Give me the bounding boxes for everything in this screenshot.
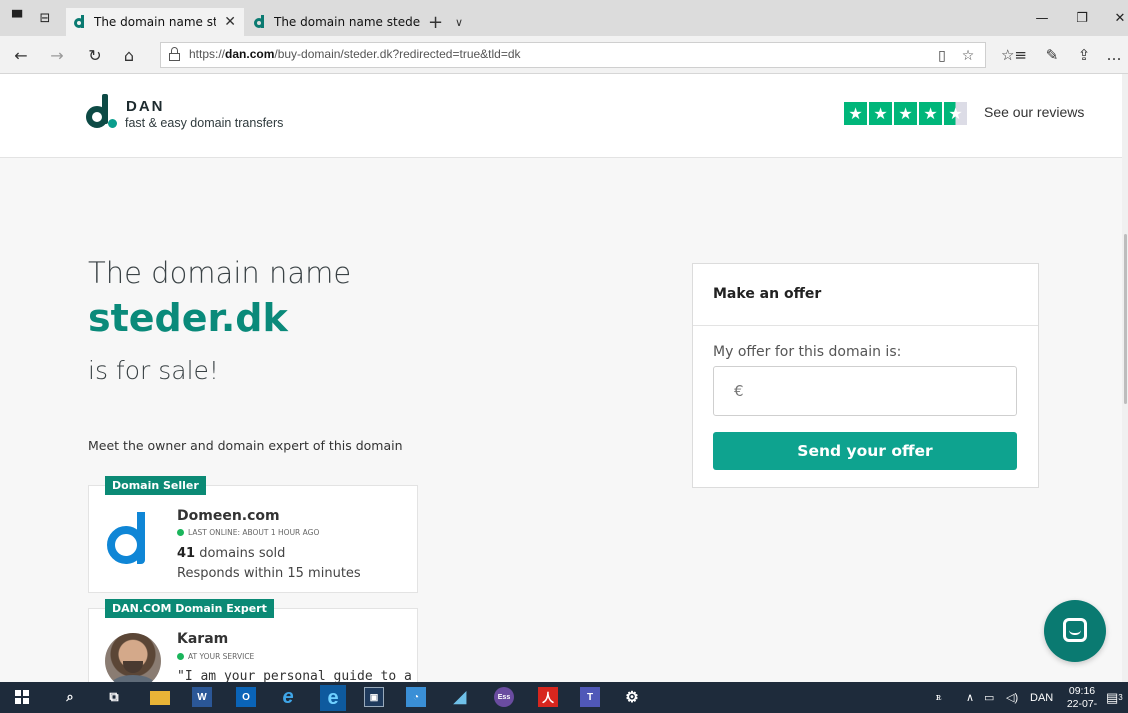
- expert-quote: "I am your personal guide to a: [177, 669, 412, 682]
- expert-status: AT YOUR SERVICE: [177, 652, 254, 661]
- web-page: DAN fast & easy domain transfers ★ ★ ★ ★…: [0, 74, 1128, 682]
- internet-explorer-icon[interactable]: e: [278, 686, 298, 708]
- trustpilot-rating[interactable]: ★ ★ ★ ★ ★: [844, 102, 967, 125]
- domeen-logo-icon: [107, 512, 155, 566]
- input-language[interactable]: DAN: [1030, 682, 1053, 713]
- forward-icon[interactable]: →: [42, 36, 72, 74]
- scrollbar-thumb[interactable]: [1124, 234, 1127, 404]
- online-dot-icon: [177, 529, 184, 536]
- expert-avatar: [105, 633, 161, 682]
- app-blue-icon[interactable]: ▣: [364, 687, 384, 707]
- more-icon[interactable]: …: [1100, 36, 1128, 74]
- owner-intro-text: Meet the owner and domain expert of this…: [88, 438, 403, 453]
- acrobat-icon[interactable]: 人: [538, 687, 558, 707]
- tab-inactive[interactable]: The domain name steder.dk: [246, 8, 420, 36]
- star-icon: ★: [869, 102, 892, 125]
- url-text: https://dan.com/buy-domain/steder.dk?red…: [189, 47, 521, 61]
- home-icon[interactable]: ⌂: [114, 36, 144, 74]
- favorites-bar-icon[interactable]: ☆≡: [1000, 36, 1028, 74]
- offer-label: My offer for this domain is:: [713, 344, 902, 360]
- lock-icon: [169, 47, 180, 61]
- star-icon: ★: [844, 102, 867, 125]
- expert-name: Karam: [177, 631, 229, 647]
- tab-title: The domain name steder.dk: [274, 15, 420, 29]
- star-icon: ★: [894, 102, 917, 125]
- address-bar-row: ← → ↻ ⌂ https://dan.com/buy-domain/stede…: [0, 36, 1128, 74]
- close-tab-icon[interactable]: ✕: [224, 14, 236, 30]
- refresh-icon[interactable]: ↻: [80, 36, 110, 74]
- network-icon[interactable]: ▭: [984, 682, 994, 713]
- volume-icon[interactable]: ◁): [1006, 682, 1018, 713]
- task-view-icon[interactable]: ⧉: [104, 687, 124, 707]
- brand-tagline: fast & easy domain transfers: [125, 116, 284, 130]
- offer-header: Make an offer: [693, 264, 1038, 326]
- favorite-star-icon[interactable]: ☆: [957, 43, 979, 69]
- online-dot-icon: [177, 653, 184, 660]
- reading-view-icon[interactable]: ▯: [931, 43, 953, 69]
- clock-time: 09:16: [1068, 685, 1096, 697]
- dan-favicon-icon: [74, 15, 88, 29]
- brand-name[interactable]: DAN: [126, 98, 165, 115]
- offer-title: Make an offer: [713, 286, 822, 302]
- half-star-icon: ★: [944, 102, 967, 125]
- close-window-button[interactable]: ✕: [1100, 0, 1128, 36]
- seller-status: LAST ONLINE: ABOUT 1 HOUR AGO: [177, 528, 319, 537]
- see-reviews-link[interactable]: See our reviews: [984, 104, 1084, 120]
- set-aside-tabs-icon[interactable]: ▀: [6, 0, 28, 36]
- seller-card[interactable]: Domain Seller Domeen.com LAST ONLINE: AB…: [88, 476, 418, 593]
- response-time: Responds within 15 minutes: [177, 566, 361, 581]
- hero-domain-name: steder.dk: [88, 296, 288, 340]
- hero-line-3: is for sale!: [88, 356, 219, 385]
- address-input[interactable]: https://dan.com/buy-domain/steder.dk?red…: [160, 42, 986, 68]
- browser-tab-bar: ▀ ⊟ The domain name stede ✕ The domain n…: [0, 0, 1128, 36]
- star-icon: ★: [919, 102, 942, 125]
- tab-list-chevron-icon[interactable]: ∨: [455, 8, 463, 36]
- tab-active[interactable]: The domain name stede ✕: [66, 8, 244, 36]
- word-icon[interactable]: W: [192, 687, 212, 707]
- clock-date: 22-07-2020: [1066, 698, 1098, 713]
- teal-app-icon[interactable]: ◢: [450, 687, 470, 707]
- minimize-button[interactable]: —: [1022, 0, 1062, 36]
- taskbar-clock[interactable]: 09:16 22-07-2020: [1060, 685, 1104, 713]
- new-tab-button[interactable]: +: [428, 8, 443, 36]
- people-icon[interactable]: ꭱ: [936, 682, 941, 713]
- send-offer-button[interactable]: Send your offer: [713, 432, 1017, 470]
- tab-title: The domain name stede: [94, 15, 216, 29]
- settings-gear-icon[interactable]: ⚙: [622, 687, 642, 707]
- restore-button[interactable]: ❐: [1062, 0, 1102, 36]
- expert-card[interactable]: DAN.COM Domain Expert Karam AT YOUR SERV…: [88, 599, 418, 682]
- offer-amount-input[interactable]: [713, 366, 1017, 416]
- edge-icon[interactable]: e: [320, 685, 346, 711]
- dan-logo-icon[interactable]: [86, 94, 120, 128]
- seller-name: Domeen.com: [177, 508, 280, 524]
- outlook-icon[interactable]: O: [236, 687, 256, 707]
- ess-app-icon[interactable]: Ess: [494, 687, 514, 707]
- expert-badge: DAN.COM Domain Expert: [105, 599, 274, 618]
- domains-sold: 41 domains sold: [177, 546, 286, 561]
- windows-taskbar: ⌕ ⧉ W O e e ▣ ◔ ◢ Ess 人 T ⚙ ꭱ ∧ ▭ ◁) DAN…: [0, 682, 1128, 713]
- search-icon[interactable]: ⌕: [60, 687, 80, 707]
- notifications-icon[interactable]: ▤ 3: [1106, 682, 1123, 713]
- offer-panel: Make an offer My offer for this domain i…: [692, 263, 1039, 488]
- tray-chevron-icon[interactable]: ∧: [966, 682, 974, 713]
- site-header: DAN fast & easy domain transfers ★ ★ ★ ★…: [0, 74, 1128, 158]
- file-explorer-icon[interactable]: [150, 691, 170, 705]
- back-icon[interactable]: ←: [6, 36, 36, 74]
- teams-icon[interactable]: T: [580, 687, 600, 707]
- chat-button[interactable]: [1044, 600, 1106, 662]
- snip-app-icon[interactable]: ◔: [406, 687, 426, 707]
- notes-pen-icon[interactable]: ✎: [1038, 36, 1066, 74]
- seller-badge: Domain Seller: [105, 476, 206, 495]
- start-windows-icon[interactable]: [12, 687, 32, 707]
- share-icon[interactable]: ⇪: [1070, 36, 1098, 74]
- tabs-aside-icon[interactable]: ⊟: [34, 0, 56, 36]
- hero-line-1: The domain name: [88, 256, 352, 290]
- dan-favicon-icon: [254, 15, 268, 29]
